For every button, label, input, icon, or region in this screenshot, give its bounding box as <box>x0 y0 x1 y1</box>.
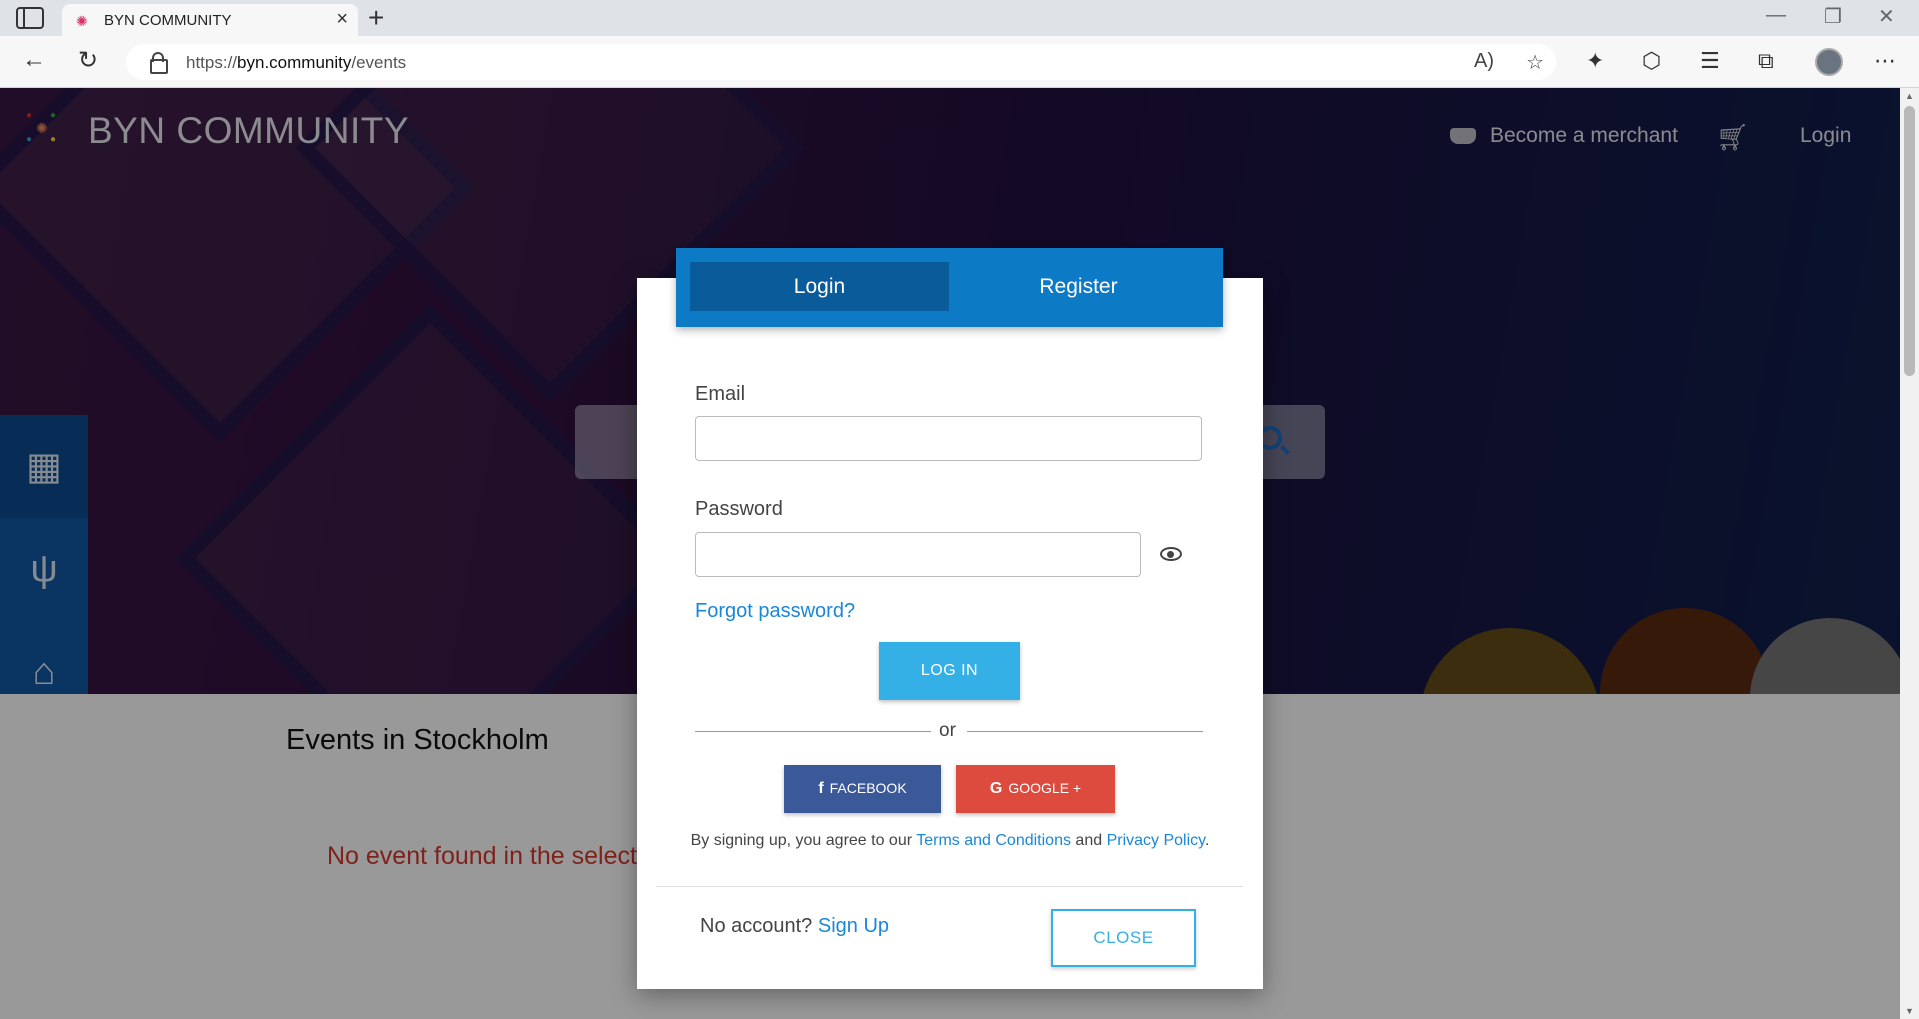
divider <box>967 731 1203 732</box>
refresh-icon[interactable]: ↻ <box>78 46 98 75</box>
add-favorite-icon[interactable]: ☆ <box>1526 50 1544 75</box>
browser-tab[interactable]: ✺ BYN COMMUNITY × <box>62 4 358 36</box>
profile-avatar[interactable] <box>1815 48 1843 76</box>
tab-login[interactable]: Login <box>690 262 949 311</box>
scroll-thumb[interactable] <box>1904 106 1915 376</box>
url-text[interactable]: https://byn.community/events <box>186 53 406 73</box>
facebook-login-button[interactable]: f FACEBOOK <box>784 765 941 813</box>
forgot-password-link[interactable]: Forgot password? <box>695 600 855 623</box>
email-field[interactable] <box>695 416 1202 461</box>
google-login-button[interactable]: G GOOGLE + <box>956 765 1115 813</box>
modal-footer-divider <box>656 886 1243 887</box>
extension-icon[interactable]: ✦ <box>1586 48 1604 74</box>
page-scrollbar[interactable]: ▲ ▼ <box>1900 88 1919 1019</box>
auth-tabs: Login Register <box>676 248 1223 327</box>
show-password-icon[interactable] <box>1160 547 1182 561</box>
restore-icon[interactable]: ❐ <box>1824 4 1842 29</box>
extensions-puzzle-icon[interactable]: ⬡ <box>1642 48 1661 74</box>
tab-title: BYN COMMUNITY <box>104 12 232 29</box>
email-label: Email <box>695 383 746 405</box>
login-button[interactable]: LOG IN <box>879 642 1020 700</box>
more-menu-icon[interactable]: ⋯ <box>1874 48 1896 74</box>
lock-icon[interactable] <box>150 52 168 74</box>
tab-close-icon[interactable]: × <box>336 8 348 31</box>
collections-icon[interactable]: ⧉ <box>1758 48 1774 74</box>
or-separator: or <box>939 720 956 741</box>
back-icon[interactable]: ← <box>22 46 46 74</box>
no-account-text: No account? Sign Up <box>700 915 890 937</box>
password-label: Password <box>695 498 783 520</box>
browser-tab-bar: ✺ BYN COMMUNITY × + — ❐ ✕ <box>0 0 1919 36</box>
password-field[interactable] <box>695 532 1141 577</box>
minimize-icon[interactable]: — <box>1766 4 1786 27</box>
read-aloud-icon[interactable]: A) <box>1474 50 1494 73</box>
tab-register[interactable]: Register <box>949 262 1208 311</box>
google-plus-icon: G <box>989 780 1003 797</box>
favorites-icon[interactable]: ☰ <box>1700 48 1720 74</box>
facebook-icon: f <box>818 780 824 797</box>
close-button[interactable]: CLOSE <box>1051 909 1196 967</box>
site-favicon-icon: ✺ <box>76 13 88 29</box>
tab-actions-icon[interactable] <box>16 7 44 29</box>
terms-notice: By signing up, you agree to our Terms an… <box>690 832 1210 849</box>
window-close-icon[interactable]: ✕ <box>1878 4 1895 29</box>
signup-link[interactable]: Sign Up <box>818 915 889 937</box>
divider <box>695 731 931 732</box>
new-tab-icon[interactable]: + <box>368 2 384 34</box>
address-bar[interactable]: https://byn.community/events A) ☆ <box>126 44 1556 80</box>
scroll-down-icon[interactable]: ▼ <box>1905 1006 1914 1016</box>
privacy-link[interactable]: Privacy Policy <box>1107 832 1205 849</box>
terms-link[interactable]: Terms and Conditions <box>916 832 1071 849</box>
browser-toolbar: ← ↻ https://byn.community/events A) ☆ ✦ … <box>0 36 1919 88</box>
scroll-up-icon[interactable]: ▲ <box>1905 91 1914 101</box>
